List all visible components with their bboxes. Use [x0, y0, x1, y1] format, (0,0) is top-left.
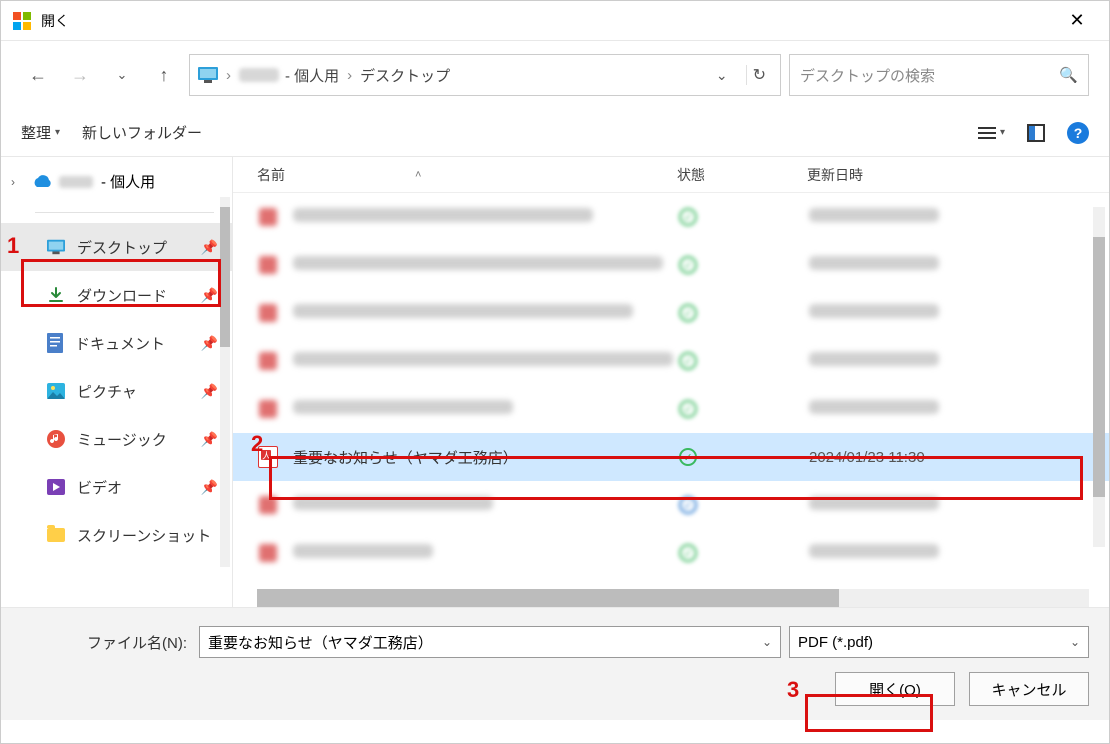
tree-root-label: - 個人用	[101, 171, 155, 192]
monitor-icon	[198, 67, 218, 83]
column-date[interactable]: 更新日時	[807, 165, 1109, 185]
horizontal-scrollbar[interactable]	[257, 589, 1089, 607]
chevron-right-icon: ›	[347, 67, 352, 84]
window-title: 開く	[41, 11, 1057, 31]
sidebar-item-documents[interactable]: ドキュメント 📌	[1, 319, 232, 367]
filename-label: ファイル名(N):	[21, 632, 191, 653]
sidebar: › - 個人用 デスクトップ 📌 ダウンロード 📌 ドキュメント 📌	[1, 157, 233, 607]
pin-icon: 📌	[201, 383, 218, 400]
view-mode-button[interactable]: ▾	[978, 127, 1005, 139]
callout-number-1: 1	[7, 233, 19, 259]
list-view-icon	[978, 127, 996, 139]
caret-down-icon: ▾	[55, 127, 60, 138]
organize-menu[interactable]: 整理▾	[21, 122, 60, 143]
new-folder-button[interactable]: 新しいフォルダー	[82, 122, 202, 143]
file-row[interactable]	[233, 241, 1109, 289]
app-icon	[13, 12, 31, 30]
help-icon[interactable]: ?	[1067, 122, 1089, 144]
chevron-down-icon[interactable]: ⌄	[1070, 635, 1080, 649]
tree-root-onedrive[interactable]: › - 個人用	[1, 165, 232, 198]
column-state[interactable]: 状態	[677, 165, 807, 185]
forward-button[interactable]: →	[63, 58, 97, 92]
chevron-right-icon[interactable]: ›	[11, 175, 23, 189]
address-bar[interactable]: › - 個人用 › デスクトップ ⌄ ↻	[189, 54, 781, 96]
callout-number-3: 3	[787, 677, 799, 703]
filetype-filter[interactable]: PDF (*.pdf) ⌄	[789, 626, 1089, 658]
callout-box-3	[805, 694, 933, 732]
status-synced-icon	[679, 208, 697, 226]
cloud-icon	[31, 175, 51, 189]
sort-indicator-icon: ˄	[415, 169, 421, 181]
monitor-icon	[47, 239, 65, 255]
picture-icon	[47, 383, 65, 399]
status-synced-icon	[679, 544, 697, 562]
sidebar-item-screenshots[interactable]: スクリーンショット	[1, 511, 232, 559]
video-icon	[47, 479, 65, 495]
user-name-redacted	[59, 176, 93, 188]
search-input[interactable]: デスクトップの検索 🔍	[789, 54, 1089, 96]
pin-icon: 📌	[201, 431, 218, 448]
file-row[interactable]	[233, 529, 1109, 577]
vertical-scrollbar[interactable]	[1093, 207, 1105, 547]
recent-dropdown[interactable]: ⌄	[105, 58, 139, 92]
status-synced-icon	[679, 304, 697, 322]
sidebar-scrollbar[interactable]	[220, 197, 230, 567]
pin-icon: 📌	[201, 335, 218, 352]
music-icon	[47, 430, 65, 448]
search-icon: 🔍	[1059, 66, 1078, 84]
status-synced-icon	[679, 256, 697, 274]
status-synced-icon	[679, 352, 697, 370]
sidebar-item-videos[interactable]: ビデオ 📌	[1, 463, 232, 511]
file-row[interactable]	[233, 289, 1109, 337]
status-synced-icon	[679, 400, 697, 418]
divider	[35, 212, 214, 213]
document-icon	[47, 333, 63, 353]
chevron-down-icon[interactable]: ⌄	[762, 635, 772, 649]
file-row[interactable]	[233, 337, 1109, 385]
callout-box-1	[21, 259, 221, 307]
file-row[interactable]	[233, 385, 1109, 433]
close-icon[interactable]: ✕	[1057, 10, 1097, 31]
chevron-right-icon: ›	[226, 67, 231, 84]
file-row[interactable]	[233, 193, 1109, 241]
caret-down-icon: ▾	[1000, 127, 1005, 138]
up-button[interactable]: ↑	[147, 58, 181, 92]
address-dropdown[interactable]: ⌄	[708, 67, 736, 84]
folder-icon	[47, 528, 65, 542]
pin-icon: 📌	[201, 479, 218, 496]
callout-number-2: 2	[251, 431, 263, 457]
search-placeholder: デスクトップの検索	[800, 65, 1059, 86]
refresh-button[interactable]: ↻	[746, 65, 772, 85]
sidebar-item-pictures[interactable]: ピクチャ 📌	[1, 367, 232, 415]
callout-box-2	[269, 456, 1083, 500]
sidebar-item-music[interactable]: ミュージック 📌	[1, 415, 232, 463]
breadcrumb-desktop[interactable]: デスクトップ	[360, 65, 450, 86]
breadcrumb-personal: - 個人用	[285, 65, 339, 86]
preview-pane-button[interactable]	[1027, 124, 1045, 142]
column-name[interactable]: 名前	[257, 165, 285, 185]
pin-icon: 📌	[201, 239, 218, 256]
cancel-button[interactable]: キャンセル	[969, 672, 1089, 706]
user-name-redacted	[239, 68, 279, 82]
filename-input[interactable]: 重要なお知らせ（ヤマダ工務店） ⌄	[199, 626, 781, 658]
back-button[interactable]: ←	[21, 58, 55, 92]
